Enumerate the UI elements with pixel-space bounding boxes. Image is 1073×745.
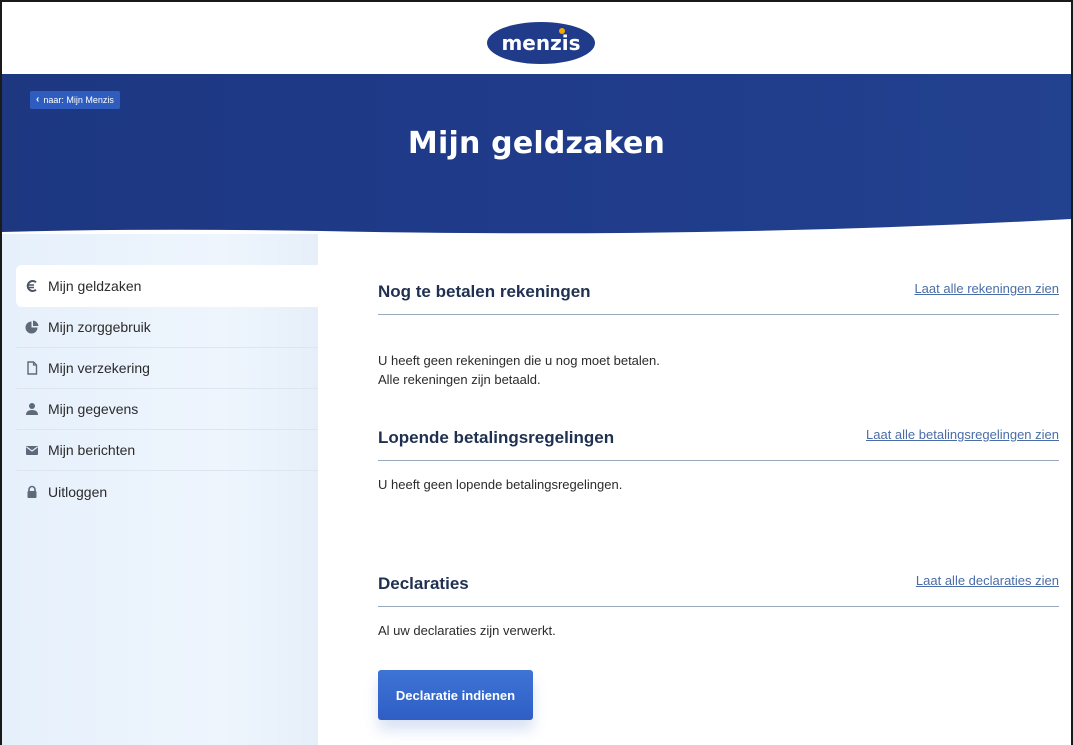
lock-icon: [24, 484, 40, 500]
section-payment-arrangements: Lopende betalingsregelingen Laat alle be…: [378, 422, 1059, 494]
main-content: Nog te betalen rekeningen Laat alle reke…: [318, 234, 1071, 745]
section-title: Declaraties: [378, 574, 469, 593]
submit-claim-button[interactable]: Declaratie indienen: [378, 670, 533, 720]
sidebar-item-label: Mijn zorggebruik: [48, 319, 151, 335]
back-link-label: naar: Mijn Menzis: [43, 95, 114, 105]
sidebar-item-label: Mijn berichten: [48, 442, 136, 458]
mail-icon: [24, 442, 40, 458]
logo-text: menzis: [501, 31, 580, 55]
sidebar: Mijn geldzaken Mijn zorggebruik Mijn ver…: [2, 234, 318, 745]
show-all-bills-link[interactable]: Laat alle rekeningen zien: [914, 281, 1059, 296]
sidebar-item-mijn-geldzaken[interactable]: Mijn geldzaken: [16, 265, 318, 307]
section-divider: [378, 314, 1059, 315]
sidebar-item-mijn-berichten[interactable]: Mijn berichten: [16, 430, 318, 471]
sidebar-item-label: Uitloggen: [48, 483, 108, 500]
chevron-left-icon: ‹: [36, 94, 40, 105]
section-title: Nog te betalen rekeningen: [378, 282, 591, 301]
arrangements-text: U heeft geen lopende betalingsregelingen…: [378, 477, 623, 492]
menzis-logo[interactable]: menzis: [486, 20, 596, 66]
sidebar-item-mijn-verzekering[interactable]: Mijn verzekering: [16, 348, 318, 389]
page-title: Mijn geldzaken: [407, 126, 666, 161]
show-all-claims-link[interactable]: Laat alle declaraties zien: [916, 573, 1059, 588]
document-icon: [24, 360, 40, 376]
back-to-mijn-menzis-link[interactable]: ‹ naar: Mijn Menzis: [30, 91, 120, 109]
user-icon: [24, 401, 40, 417]
sidebar-item-label: Mijn gegevens: [48, 401, 139, 417]
top-bar: menzis: [2, 2, 1071, 76]
sidebar-item-mijn-zorggebruik[interactable]: Mijn zorggebruik: [16, 307, 318, 348]
unpaid-text-line-2: Alle rekeningen zijn betaald.: [378, 372, 541, 387]
show-all-arrangements-link[interactable]: Laat alle betalingsregelingen zien: [866, 427, 1059, 442]
section-divider: [378, 606, 1059, 607]
sidebar-item-label: Mijn verzekering: [48, 360, 150, 376]
hero-banner: ‹ naar: Mijn Menzis Mijn geldzaken: [2, 74, 1071, 234]
sidebar-item-label: Mijn geldzaken: [48, 278, 142, 294]
euro-icon: [24, 278, 40, 294]
pie-chart-icon: [24, 319, 40, 335]
section-title: Lopende betalingsregelingen: [378, 428, 615, 447]
section-claims: Declaraties Laat alle declaraties zien A…: [378, 568, 1059, 640]
section-unpaid-bills: Nog te betalen rekeningen Laat alle reke…: [378, 276, 1059, 389]
page-frame: menzis ‹ naar: Mijn Menzis Mijn geldzake…: [0, 0, 1073, 745]
sidebar-nav: Mijn geldzaken Mijn zorggebruik Mijn ver…: [16, 265, 318, 512]
sidebar-item-mijn-gegevens[interactable]: Mijn gegevens: [16, 389, 318, 430]
section-divider: [378, 460, 1059, 461]
claims-text: Al uw declaraties zijn verwerkt.: [378, 623, 556, 638]
unpaid-text-line-1: U heeft geen rekeningen die u nog moet b…: [378, 353, 660, 368]
section-text: U heeft geen rekeningen die u nog moet b…: [378, 351, 1059, 389]
sidebar-item-uitloggen[interactable]: Uitloggen: [16, 471, 318, 512]
